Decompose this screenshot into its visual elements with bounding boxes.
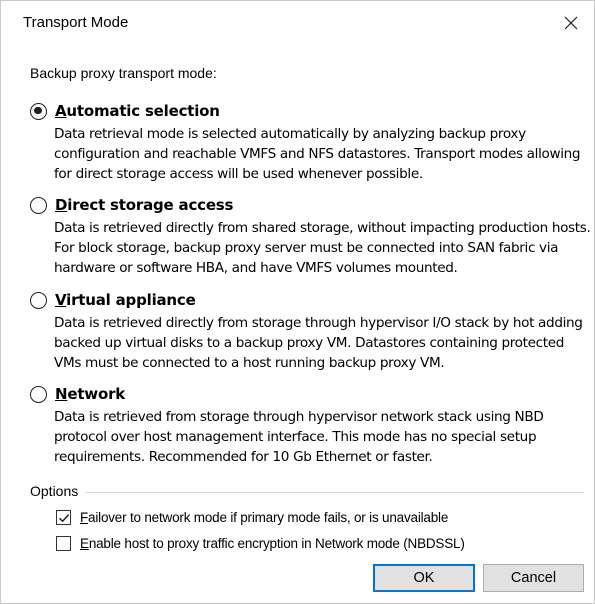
ok-button[interactable]: OK — [373, 564, 475, 592]
label-text: irtual appliance — [66, 291, 196, 309]
option-direct-storage-access-description: Data is retrieved directly from shared s… — [54, 220, 591, 276]
options-header-label: Options — [30, 483, 79, 499]
label-text: irect storage access — [67, 196, 234, 214]
label-text: utomatic selection — [66, 102, 220, 120]
checkmark-icon — [59, 514, 70, 523]
option-automatic-selection-label[interactable]: Automatic selection — [55, 102, 220, 120]
title-bar: Transport Mode — [1, 1, 594, 45]
label-text: etwork — [67, 385, 126, 403]
option-direct-storage-access-label[interactable]: Direct storage access — [55, 196, 233, 214]
dialog-title: Transport Mode — [23, 14, 129, 31]
transport-mode-group-label: Backup proxy transport mode: — [30, 65, 217, 81]
failover-checkbox-label[interactable]: Failover to network mode if primary mode… — [80, 510, 448, 525]
option-network-description: Data is retrieved from storage through h… — [54, 409, 544, 465]
radio-direct-storage-access[interactable] — [30, 196, 47, 214]
radio-automatic-selection[interactable] — [30, 102, 47, 120]
encryption-checkbox[interactable] — [56, 536, 71, 551]
label-text: nable host to proxy traffic encryption i… — [88, 536, 465, 551]
encryption-checkbox-row[interactable]: Enable host to proxy traffic encryption … — [56, 536, 465, 551]
radio-direct-storage-access-row[interactable]: Direct storage access — [30, 195, 580, 215]
failover-checkbox[interactable] — [56, 510, 71, 525]
options-divider — [86, 491, 584, 493]
accelerator-key: E — [80, 536, 89, 551]
radio-network[interactable] — [30, 385, 47, 403]
option-virtual-appliance: Virtual appliance Data is retrieved dire… — [30, 290, 583, 373]
accelerator-key: V — [55, 291, 67, 309]
option-direct-storage-access: Direct storage access Data is retrieved … — [30, 195, 591, 278]
radio-virtual-appliance-row[interactable]: Virtual appliance — [30, 290, 580, 310]
close-button[interactable] — [556, 9, 586, 37]
encryption-checkbox-label[interactable]: Enable host to proxy traffic encryption … — [80, 536, 465, 551]
option-virtual-appliance-label[interactable]: Virtual appliance — [55, 291, 196, 309]
label-text: ailover to network mode if primary mode … — [88, 510, 449, 525]
radio-network-row[interactable]: Network — [30, 384, 580, 404]
option-network-label[interactable]: Network — [55, 385, 125, 403]
option-virtual-appliance-description: Data is retrieved directly from storage … — [54, 315, 583, 371]
radio-automatic-selection-row[interactable]: Automatic selection — [30, 101, 580, 121]
options-group-header: Options — [30, 483, 584, 499]
option-network: Network Data is retrieved from storage t… — [30, 384, 580, 467]
option-automatic-selection: Automatic selection Data retrieval mode … — [30, 101, 581, 184]
close-icon — [564, 16, 578, 30]
option-automatic-selection-description: Data retrieval mode is selected automati… — [54, 126, 581, 182]
accelerator-key: F — [80, 510, 89, 525]
cancel-button[interactable]: Cancel — [483, 564, 584, 592]
accelerator-key: N — [55, 385, 68, 403]
accelerator-key: A — [55, 102, 67, 120]
radio-virtual-appliance[interactable] — [30, 291, 47, 309]
failover-checkbox-row[interactable]: Failover to network mode if primary mode… — [56, 510, 448, 525]
transport-mode-dialog: Transport Mode Backup proxy transport mo… — [0, 0, 595, 604]
accelerator-key: D — [55, 196, 68, 214]
